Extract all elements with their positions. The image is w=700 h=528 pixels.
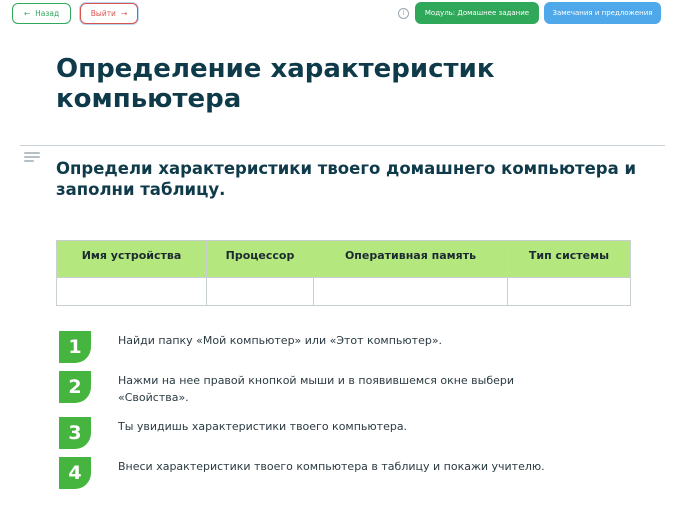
- feedback-button[interactable]: Замечания и предложения: [544, 2, 661, 24]
- step-text: Найди папку «Мой компьютер» или «Этот ко…: [118, 334, 443, 347]
- step-number-badge: 3: [59, 417, 91, 449]
- column-header-device-name: Имя устройства: [56, 240, 207, 278]
- step-text: Внеси характеристики твоего компьютера в…: [118, 460, 545, 473]
- table-header-row: Имя устройства Процессор Оперативная пам…: [56, 240, 631, 278]
- task-heading: Определи характеристики твоего домашнего…: [56, 159, 637, 199]
- back-button-label: Назад: [35, 9, 60, 18]
- drag-handle-icon[interactable]: [24, 152, 40, 164]
- step-number-badge: 1: [59, 331, 91, 363]
- step-number-badge: 2: [59, 371, 91, 403]
- arrow-left-icon: ←: [23, 9, 31, 18]
- column-header-system-type: Тип системы: [507, 240, 631, 278]
- cell-ram[interactable]: [313, 277, 508, 306]
- cell-device-name[interactable]: [56, 277, 207, 306]
- module-button[interactable]: Модуль: Домашнее задание: [415, 2, 539, 24]
- specs-table: Имя устройства Процессор Оперативная пам…: [56, 240, 631, 306]
- top-toolbar: ← Назад Выйти → i Модуль: Домашнее задан…: [0, 0, 700, 28]
- arrow-right-icon: →: [120, 9, 128, 18]
- column-header-processor: Процессор: [206, 240, 314, 278]
- step-text: Ты увидишь характеристики твоего компьют…: [118, 420, 408, 433]
- cell-system-type[interactable]: [507, 277, 631, 306]
- table-row: [56, 277, 631, 306]
- step-text: Нажми на нее правой кнопкой мыши и в поя…: [118, 374, 515, 404]
- info-icon[interactable]: i: [398, 8, 409, 19]
- cell-processor[interactable]: [206, 277, 314, 306]
- exit-button[interactable]: Выйти →: [80, 3, 138, 24]
- section-divider: [20, 145, 665, 146]
- page-title: Определение характеристик компьютера: [56, 54, 495, 114]
- back-button[interactable]: ← Назад: [12, 3, 71, 24]
- step-number-badge: 4: [59, 457, 91, 489]
- exit-button-label: Выйти: [90, 9, 116, 18]
- column-header-ram: Оперативная память: [313, 240, 508, 278]
